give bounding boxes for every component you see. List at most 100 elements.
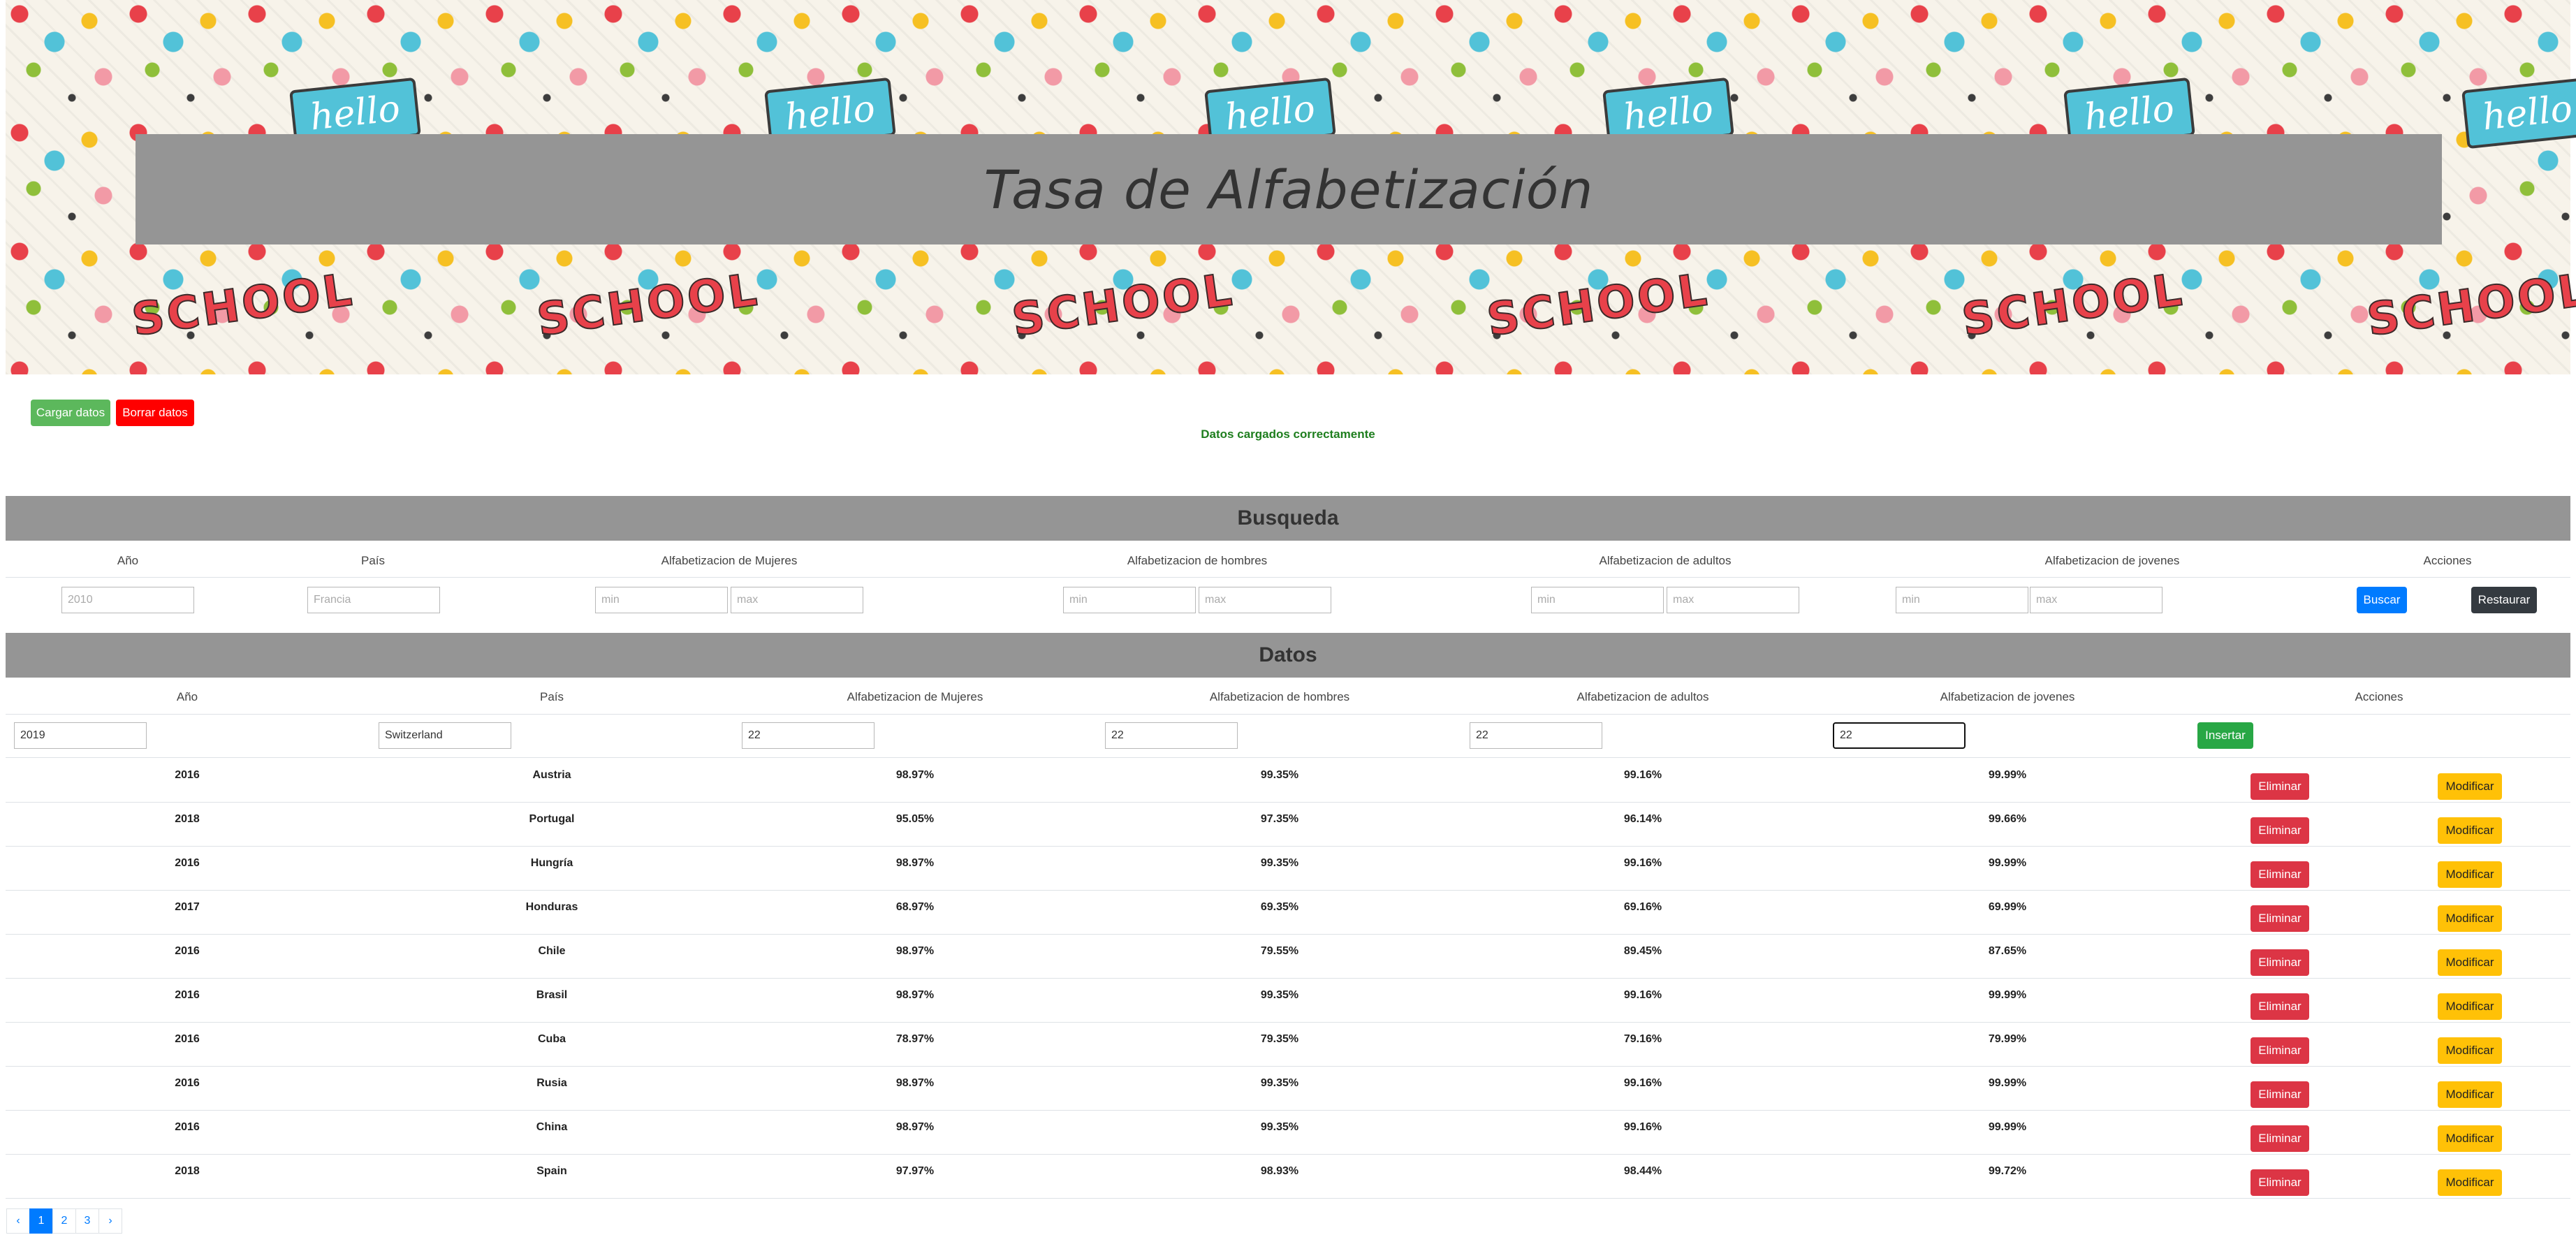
pagination-page-3[interactable]: 3 [75, 1208, 99, 1234]
modify-button[interactable]: Modificar [2438, 1169, 2502, 1196]
table-row: 2016 Hungría 98.97% 99.35% 99.16% 99.99% Elimi… [6, 846, 2570, 891]
cell-adults: 69.16% [1623, 901, 1662, 913]
load-data-button[interactable]: Cargar datos [31, 400, 110, 426]
new-women-input[interactable] [742, 722, 874, 749]
data-header-year: Año [176, 690, 198, 703]
cell-country: Cuba [538, 1033, 566, 1045]
cell-adults: 99.16% [1623, 1121, 1662, 1133]
cell-youth: 79.99% [1988, 1033, 2027, 1045]
pagination-next[interactable]: › [98, 1208, 122, 1234]
table-row: 2016 Chile 98.97% 79.55% 89.45% 87.65% Elimina… [6, 934, 2570, 979]
delete-button[interactable]: Eliminar [2251, 949, 2309, 976]
modify-button[interactable]: Modificar [2438, 773, 2502, 800]
banner-decor-school: SCHOOL [1008, 263, 1238, 347]
table-row: 2016 Rusia 98.97% 99.35% 99.16% 99.99% Elimina… [6, 1066, 2570, 1111]
clear-data-button[interactable]: Borrar datos [116, 400, 194, 426]
banner-decor-hello: hello [2461, 77, 2576, 149]
cell-women: 98.97% [895, 1077, 935, 1089]
new-men-input[interactable] [1105, 722, 1238, 749]
cell-men: 79.55% [1260, 945, 1299, 957]
cell-men: 99.35% [1260, 989, 1299, 1001]
delete-button[interactable]: Eliminar [2251, 1081, 2309, 1108]
cell-country: Rusia [536, 1077, 567, 1089]
cell-youth: 99.72% [1988, 1165, 2027, 1177]
cell-men: 99.35% [1260, 769, 1299, 781]
divider [6, 714, 2570, 715]
delete-button[interactable]: Eliminar [2251, 905, 2309, 932]
table-row: 2016 China 98.97% 99.35% 99.16% 99.99% Elimina… [6, 1110, 2570, 1155]
cell-year: 2016 [175, 857, 200, 869]
cell-youth: 99.99% [1988, 857, 2027, 869]
cell-youth: 99.99% [1988, 769, 2027, 781]
cell-country: Brasil [536, 989, 568, 1001]
delete-button[interactable]: Eliminar [2251, 773, 2309, 800]
table-row: 2016 Austria 98.97% 99.35% 99.16% 99.99% Elimi… [6, 758, 2570, 803]
cell-women: 98.97% [895, 769, 935, 781]
cell-year: 2018 [175, 1165, 200, 1177]
search-header-adults: Alfabetizacion de adultos [1599, 554, 1732, 567]
cell-youth: 99.99% [1988, 1077, 2027, 1089]
data-section-title: Datos [6, 633, 2570, 678]
page-title: Tasa de Alfabetización [983, 158, 1594, 221]
modify-button[interactable]: Modificar [2438, 949, 2502, 976]
search-men-max-input[interactable] [1199, 587, 1331, 613]
search-header-youth: Alfabetizacion de jovenes [2044, 554, 2180, 567]
search-button[interactable]: Buscar [2357, 587, 2407, 613]
cell-men: 69.35% [1260, 901, 1299, 913]
delete-button[interactable]: Eliminar [2251, 817, 2309, 844]
banner-decor-school: SCHOOL [1483, 263, 1713, 347]
search-women-max-input[interactable] [731, 587, 863, 613]
modify-button[interactable]: Modificar [2438, 1081, 2502, 1108]
cell-men: 98.93% [1260, 1165, 1299, 1177]
cell-women: 68.97% [895, 901, 935, 913]
cell-year: 2016 [175, 945, 200, 957]
search-women-min-input[interactable] [595, 587, 728, 613]
search-country-input[interactable] [307, 587, 440, 613]
cell-country: Hungría [530, 857, 573, 869]
cell-youth: 69.99% [1988, 901, 2027, 913]
cell-women: 97.97% [895, 1165, 935, 1177]
search-header-actions: Acciones [2423, 554, 2472, 567]
modify-button[interactable]: Modificar [2438, 1037, 2502, 1064]
cell-adults: 79.16% [1623, 1033, 1662, 1045]
cell-year: 2017 [175, 901, 200, 913]
search-adults-max-input[interactable] [1667, 587, 1799, 613]
delete-button[interactable]: Eliminar [2251, 1037, 2309, 1064]
banner-decor-school: SCHOOL [2363, 263, 2576, 347]
delete-button[interactable]: Eliminar [2251, 993, 2309, 1020]
search-youth-min-input[interactable] [1896, 587, 2028, 613]
pagination-page-2[interactable]: 2 [52, 1208, 76, 1234]
pagination-page-1[interactable]: 1 [29, 1208, 53, 1234]
new-country-input[interactable] [379, 722, 511, 749]
modify-button[interactable]: Modificar [2438, 993, 2502, 1020]
modify-button[interactable]: Modificar [2438, 1125, 2502, 1152]
cell-adults: 98.44% [1623, 1165, 1662, 1177]
new-adults-input[interactable] [1470, 722, 1602, 749]
new-year-input[interactable] [14, 722, 147, 749]
search-adults-min-input[interactable] [1531, 587, 1664, 613]
delete-button[interactable]: Eliminar [2251, 861, 2309, 888]
new-youth-input[interactable] [1833, 722, 1966, 749]
search-youth-max-input[interactable] [2030, 587, 2162, 613]
modify-button[interactable]: Modificar [2438, 861, 2502, 888]
banner-decor-school: SCHOOL [128, 263, 358, 347]
reset-button[interactable]: Restaurar [2471, 587, 2537, 613]
data-header-actions: Acciones [2355, 690, 2403, 703]
delete-button[interactable]: Eliminar [2251, 1125, 2309, 1152]
modify-button[interactable]: Modificar [2438, 817, 2502, 844]
data-header-adults: Alfabetizacion de adultos [1576, 690, 1709, 703]
search-men-min-input[interactable] [1063, 587, 1196, 613]
data-header-men: Alfabetizacion de hombres [1209, 690, 1350, 703]
search-year-input[interactable] [61, 587, 194, 613]
search-header-country: País [360, 554, 386, 567]
search-section-title: Busqueda [6, 496, 2570, 541]
insert-button[interactable]: Insertar [2197, 722, 2253, 749]
pagination-prev[interactable]: ‹ [6, 1208, 30, 1234]
cell-adults: 99.16% [1623, 769, 1662, 781]
banner-decor-school: SCHOOL [1958, 263, 2188, 347]
table-row: 2018 Spain 97.97% 98.93% 98.44% 99.72% Elimina… [6, 1154, 2570, 1199]
modify-button[interactable]: Modificar [2438, 905, 2502, 932]
table-row: 2017 Honduras 68.97% 69.35% 69.16% 69.99% Elim… [6, 890, 2570, 935]
cell-country: Austria [532, 769, 571, 781]
delete-button[interactable]: Eliminar [2251, 1169, 2309, 1196]
